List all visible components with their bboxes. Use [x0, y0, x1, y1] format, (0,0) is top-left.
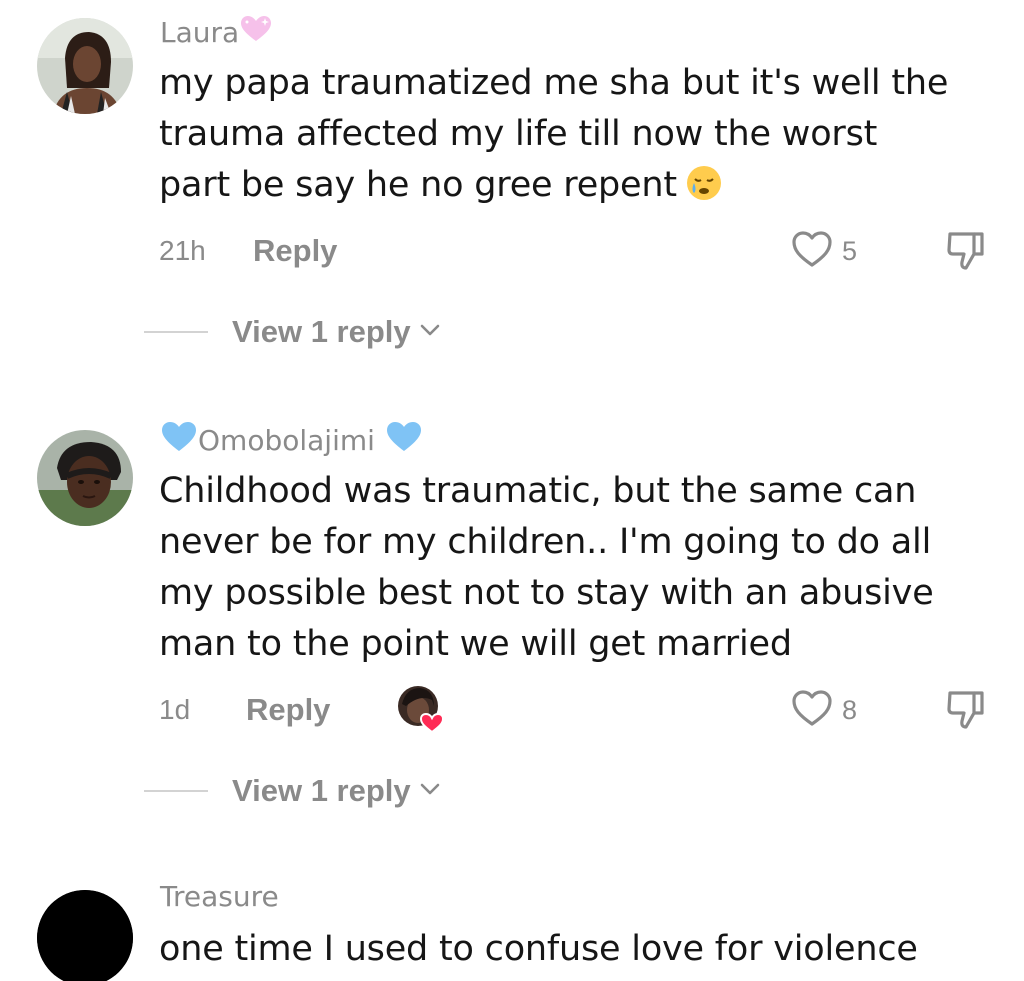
avatar[interactable] [37, 18, 133, 114]
chevron-down-icon [419, 782, 441, 801]
comment-text: my papa traumatized me sha but it's well… [159, 58, 999, 217]
reply-button[interactable]: Reply [246, 692, 330, 728]
view-replies-button[interactable]: View 1 reply [144, 314, 441, 350]
avatar[interactable] [37, 890, 133, 981]
light-blue-heart-icon [385, 420, 423, 461]
username[interactable]: Treasure [160, 880, 279, 913]
comment-line: trauma affected my life till now the wor… [159, 114, 878, 154]
dislike-button[interactable] [944, 687, 988, 731]
comment-line: never be for my children.. I'm going to … [159, 522, 932, 562]
dislike-button[interactable] [944, 228, 988, 272]
comment-timestamp: 21h [159, 235, 206, 266]
comment-line: Childhood was traumatic, but the same ca… [159, 471, 917, 511]
like-count: 8 [842, 695, 858, 725]
username[interactable]: Laura [160, 14, 273, 51]
username[interactable]: Omobolajimi [160, 420, 423, 461]
comment-text: Childhood was traumatic, but the same ca… [159, 466, 999, 670]
thumbs-down-icon [944, 232, 988, 276]
comment-timestamp: 1d [159, 694, 191, 725]
light-blue-heart-icon [160, 420, 198, 461]
view-replies-button[interactable]: View 1 reply [144, 773, 441, 809]
view-replies-label: View 1 reply [232, 773, 411, 808]
like-count: 5 [842, 236, 858, 266]
heart-outline-icon [790, 688, 834, 733]
creator-liked-badge [396, 684, 446, 734]
comment-text: one time I used to confuse love for viol… [159, 924, 999, 975]
divider [144, 790, 208, 792]
comment-line: man to the point we will get married [159, 624, 792, 664]
divider [144, 331, 208, 333]
username-text: Laura [160, 16, 240, 49]
username-text: Omobolajimi [198, 424, 375, 457]
comments-list: Laura my papa traumatized me sha but it'… [0, 0, 1024, 981]
like-button[interactable]: 5 [790, 229, 857, 274]
sparkling-heart-icon [239, 14, 273, 51]
username-text: Treasure [160, 880, 279, 913]
thumbs-down-icon [944, 691, 988, 735]
view-replies-label: View 1 reply [232, 314, 411, 349]
comment-line: part be say he no gree repent [159, 165, 677, 205]
comment-line: my papa traumatized me sha but it's well… [159, 63, 949, 103]
heart-outline-icon [790, 229, 834, 274]
chevron-down-icon [419, 323, 441, 342]
like-button[interactable]: 8 [790, 688, 857, 733]
comment-line: my possible best not to stay with an abu… [159, 573, 934, 613]
avatar[interactable] [37, 430, 133, 526]
reply-button[interactable]: Reply [253, 233, 337, 269]
comment-line: one time I used to confuse love for viol… [159, 929, 918, 969]
crying-face-icon [685, 164, 723, 217]
